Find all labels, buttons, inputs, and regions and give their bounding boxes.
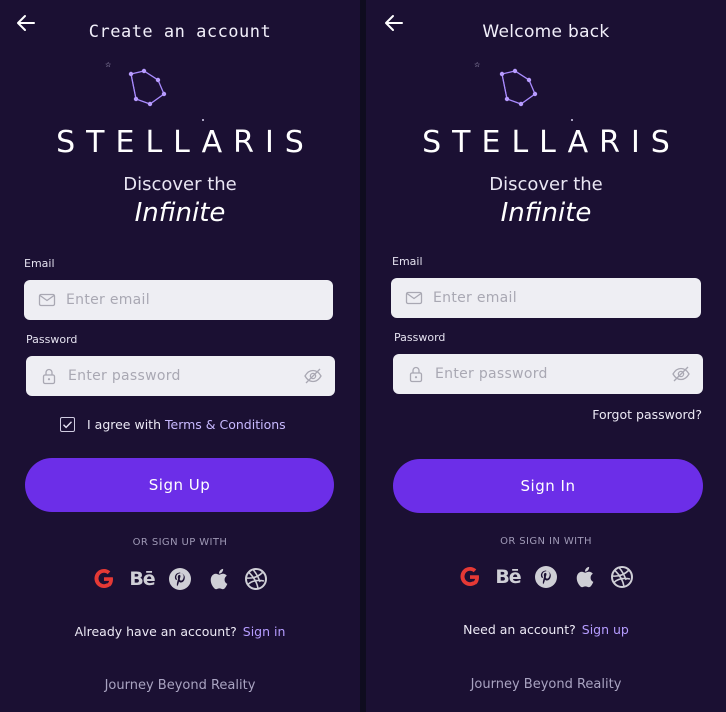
footer-tagline: Journey Beyond Reality — [104, 678, 256, 693]
page-title: Welcome back — [482, 22, 610, 42]
sign-in-button[interactable]: Sign In — [393, 459, 703, 513]
pinterest-icon[interactable] — [167, 566, 193, 592]
eye-off-icon[interactable] — [303, 366, 323, 386]
account-prompt: Already have an account? Sign in — [0, 624, 360, 639]
sign-up-link[interactable]: Sign up — [582, 622, 629, 637]
or-divider-text: OR SIGN UP WITH — [132, 537, 228, 548]
behance-icon[interactable]: Bē — [495, 564, 521, 590]
dribbble-icon[interactable] — [609, 564, 635, 590]
terms-link[interactable]: Terms & Conditions — [165, 417, 286, 432]
google-icon[interactable] — [91, 566, 117, 592]
sign-in-link[interactable]: Sign in — [243, 624, 286, 639]
check-icon — [63, 421, 73, 429]
svg-text:☆: ☆ — [105, 61, 111, 69]
tagline-line-1: Discover the — [123, 174, 237, 195]
eye-off-icon[interactable] — [671, 364, 691, 384]
mail-icon — [38, 293, 56, 307]
password-label: Password — [394, 331, 446, 344]
password-field[interactable] — [26, 356, 335, 396]
account-text: Need an account? — [463, 622, 576, 637]
sign-up-button[interactable]: Sign Up — [25, 458, 334, 512]
signin-screen: Welcome back ☆ STELLARIS Discover the In… — [366, 0, 726, 712]
email-field[interactable] — [24, 280, 333, 320]
email-input[interactable] — [64, 291, 333, 309]
apple-icon[interactable] — [205, 566, 231, 592]
email-field[interactable] — [391, 278, 701, 318]
svg-text:☆: ☆ — [474, 61, 480, 69]
forgot-password-link[interactable]: Forgot password? — [592, 407, 702, 422]
agree-checkbox[interactable] — [60, 417, 75, 432]
pinterest-icon[interactable] — [533, 564, 559, 590]
page-title: Create an account — [88, 22, 272, 42]
lock-icon — [409, 366, 423, 383]
agree-text: I agree with — [87, 417, 161, 432]
behance-icon[interactable]: Bē — [129, 566, 155, 592]
signup-screen: Create an account ☆ STELLARIS Discover t… — [0, 0, 360, 712]
password-field[interactable] — [393, 354, 703, 394]
email-input[interactable] — [431, 289, 701, 307]
constellation-logo-icon: ☆ — [105, 61, 204, 121]
password-input[interactable] — [66, 367, 303, 385]
constellation-logo-icon: ☆ — [474, 61, 573, 121]
brand-wordmark: STELLARIS — [422, 125, 681, 160]
password-label: Password — [26, 333, 78, 346]
mail-icon — [405, 291, 423, 305]
google-icon[interactable] — [457, 564, 483, 590]
terms-agreement: I agree with Terms & Conditions — [60, 417, 286, 432]
email-label: Email — [24, 257, 55, 270]
dribbble-icon[interactable] — [243, 566, 269, 592]
social-login-row: Bē — [366, 564, 726, 590]
account-prompt: Need an account? Sign up — [366, 622, 726, 637]
account-text: Already have an account? — [74, 624, 237, 639]
social-login-row: Bē — [0, 566, 360, 592]
password-input[interactable] — [433, 365, 671, 383]
tagline-line-1: Discover the — [489, 174, 603, 195]
brand-wordmark: STELLARIS — [56, 125, 315, 160]
apple-icon[interactable] — [571, 564, 597, 590]
email-label: Email — [392, 255, 423, 268]
tagline-line-2: Infinite — [134, 198, 226, 228]
footer-tagline: Journey Beyond Reality — [470, 677, 622, 692]
or-divider-text: OR SIGN IN WITH — [500, 536, 592, 547]
tagline-line-2: Infinite — [500, 198, 592, 228]
lock-icon — [42, 368, 56, 385]
